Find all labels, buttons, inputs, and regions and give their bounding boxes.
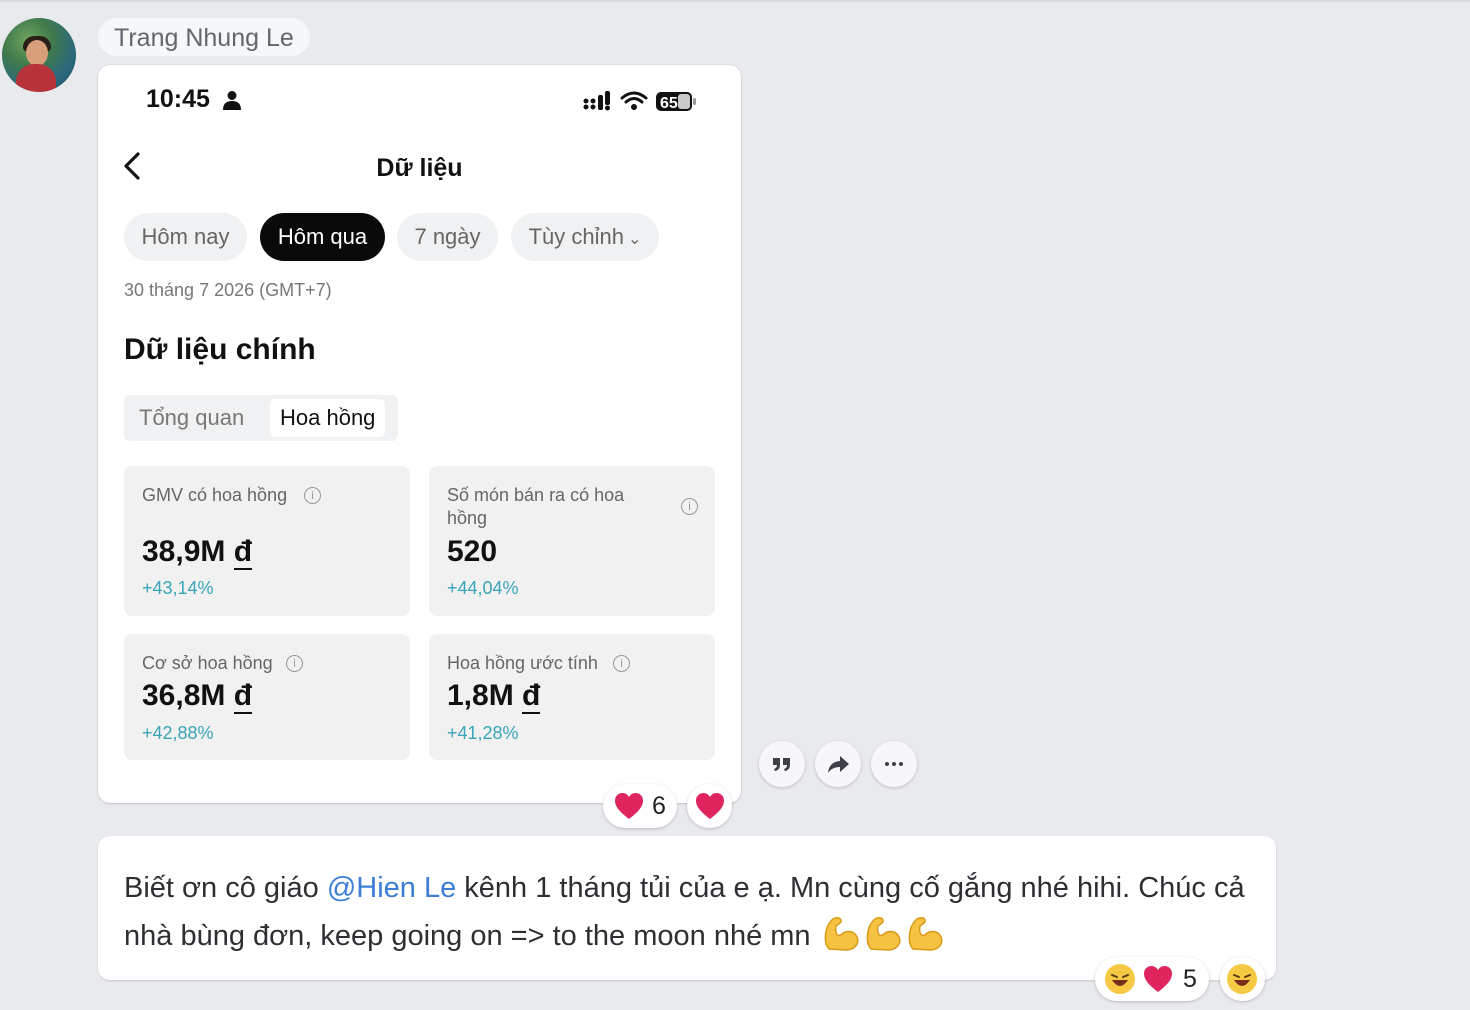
status-bar-icons: 65 bbox=[583, 91, 696, 112]
chip-today[interactable]: Hôm nay bbox=[124, 213, 247, 261]
share-button[interactable] bbox=[815, 741, 861, 787]
metric-label: GMV có hoa hồng bbox=[142, 485, 288, 505]
heart-icon bbox=[696, 793, 724, 819]
metric-card[interactable]: GMV có hoa hồng i 38,9M đ +43,14% bbox=[124, 466, 410, 616]
quote-reply-button[interactable] bbox=[759, 741, 805, 787]
person-icon bbox=[223, 91, 241, 110]
metric-change: +43,14% bbox=[142, 578, 214, 598]
reaction-count: 6 bbox=[652, 792, 666, 820]
battery-level: 65 bbox=[660, 95, 678, 112]
status-time: 10:45 bbox=[146, 85, 210, 113]
reaction-count: 5 bbox=[1183, 965, 1197, 993]
date-range: 30 tháng 7 2026 (GMT+7) bbox=[124, 280, 332, 300]
mention-link[interactable]: @Hien Le bbox=[327, 872, 456, 904]
chip-yesterday[interactable]: Hôm qua bbox=[260, 213, 385, 261]
share-arrow-icon bbox=[828, 756, 849, 773]
laughing-face-icon bbox=[1227, 964, 1257, 994]
metric-label: Hoa hồng ước tính bbox=[447, 653, 598, 673]
chip-custom-label: Tùy chỉnh bbox=[528, 224, 624, 249]
more-options-button[interactable] bbox=[871, 741, 917, 787]
metric-label: Số món bán ra có hoa hồng bbox=[447, 485, 625, 528]
top-divider bbox=[0, 0, 1470, 2]
flexed-biceps-icon bbox=[824, 917, 859, 951]
page-title: Dữ liệu bbox=[376, 154, 463, 182]
heart-icon bbox=[1144, 966, 1172, 992]
chip-7-days[interactable]: 7 ngày bbox=[397, 213, 498, 261]
quote-icon bbox=[773, 758, 790, 771]
info-icon[interactable]: i bbox=[613, 655, 630, 672]
segmented-control: Tổng quan Hoa hồng bbox=[124, 395, 398, 441]
metric-change: +42,88% bbox=[142, 723, 214, 743]
section-title: Dữ liệu chính bbox=[124, 333, 316, 366]
metric-card[interactable]: Cơ sở hoa hồng i 36,8M đ +42,88% bbox=[124, 634, 410, 760]
flexed-biceps-icon bbox=[866, 917, 901, 951]
tab-commission[interactable]: Hoa hồng bbox=[270, 399, 386, 437]
metric-change: +44,04% bbox=[447, 578, 519, 598]
message-text: Biết ơn cô giáo @Hien Le kênh 1 tháng tủ… bbox=[124, 872, 1245, 952]
chevron-down-icon: ⌄ bbox=[627, 231, 642, 248]
metric-change: +41,28% bbox=[447, 723, 519, 743]
message-bubble[interactable]: Biết ơn cô giáo @Hien Le kênh 1 tháng tủ… bbox=[98, 836, 1276, 980]
metric-card[interactable]: Hoa hồng ước tính i 1,8M đ +41,28% bbox=[429, 634, 715, 760]
metric-card[interactable]: Số món bán ra có hoa hồng i 520 +44,04% bbox=[429, 466, 715, 616]
heart-icon bbox=[615, 793, 643, 819]
metric-value: 36,8M đ bbox=[142, 679, 253, 714]
flexed-biceps-icon bbox=[908, 917, 943, 951]
laughing-face-icon bbox=[1105, 964, 1135, 994]
avatar[interactable] bbox=[2, 18, 76, 92]
ellipsis-icon bbox=[885, 762, 903, 766]
metric-value: 520 bbox=[447, 535, 498, 568]
info-icon[interactable]: i bbox=[286, 655, 303, 672]
metric-value: 38,9M đ bbox=[142, 535, 253, 570]
info-icon[interactable]: i bbox=[681, 498, 698, 515]
metric-label: Cơ sở hoa hồng bbox=[142, 653, 273, 673]
reaction-summary[interactable]: 5 bbox=[1095, 957, 1209, 1001]
add-laugh-reaction-button[interactable] bbox=[1220, 957, 1265, 1001]
chip-custom[interactable]: Tùy chỉnh ⌄ bbox=[511, 213, 659, 261]
reaction-summary[interactable]: 6 bbox=[603, 784, 677, 828]
sender-name[interactable]: Trang Nhung Le bbox=[98, 18, 310, 56]
add-heart-reaction-button[interactable] bbox=[687, 784, 732, 828]
tab-overview[interactable]: Tổng quan bbox=[139, 395, 244, 441]
info-icon[interactable]: i bbox=[304, 487, 321, 504]
metric-value: 1,8M đ bbox=[447, 679, 541, 714]
screenshot-attachment[interactable]: 10:45 65 Dữ liệu Hôm nay Hôm qua 7 ngày … bbox=[98, 65, 741, 803]
